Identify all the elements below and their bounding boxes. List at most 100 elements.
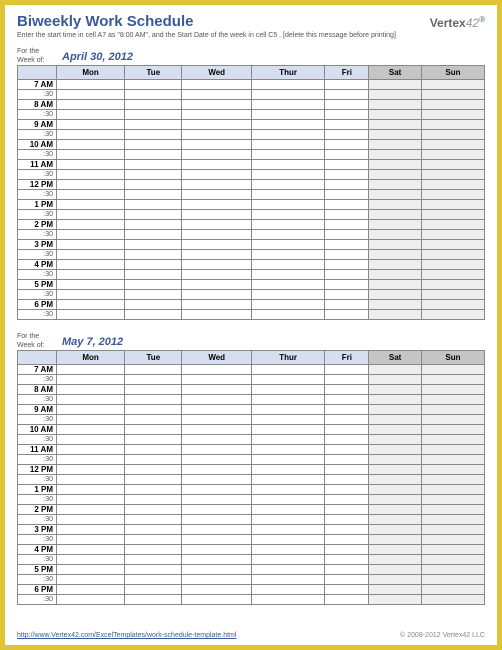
schedule-cell[interactable] [182,270,251,280]
schedule-cell[interactable] [182,575,251,585]
schedule-cell[interactable] [421,310,484,320]
schedule-cell[interactable] [125,210,182,220]
schedule-cell[interactable] [369,300,422,310]
schedule-cell[interactable] [182,240,251,250]
schedule-cell[interactable] [421,585,484,595]
schedule-cell[interactable] [369,270,422,280]
schedule-cell[interactable] [251,385,324,395]
schedule-cell[interactable] [57,300,125,310]
schedule-cell[interactable] [182,475,251,485]
schedule-cell[interactable] [369,545,422,555]
schedule-cell[interactable] [182,80,251,90]
schedule-cell[interactable] [325,90,369,100]
schedule-cell[interactable] [182,515,251,525]
schedule-cell[interactable] [251,240,324,250]
schedule-cell[interactable] [251,595,324,605]
schedule-cell[interactable] [125,80,182,90]
schedule-cell[interactable] [325,405,369,415]
schedule-cell[interactable] [369,140,422,150]
schedule-cell[interactable] [182,495,251,505]
schedule-cell[interactable] [325,485,369,495]
schedule-cell[interactable] [182,555,251,565]
schedule-cell[interactable] [125,405,182,415]
schedule-cell[interactable] [369,535,422,545]
schedule-cell[interactable] [251,220,324,230]
schedule-cell[interactable] [325,100,369,110]
schedule-cell[interactable] [57,385,125,395]
schedule-cell[interactable] [325,110,369,120]
schedule-cell[interactable] [57,270,125,280]
schedule-cell[interactable] [125,425,182,435]
schedule-cell[interactable] [369,260,422,270]
schedule-cell[interactable] [251,200,324,210]
schedule-cell[interactable] [125,120,182,130]
schedule-cell[interactable] [125,140,182,150]
schedule-cell[interactable] [57,290,125,300]
schedule-cell[interactable] [57,395,125,405]
schedule-cell[interactable] [251,465,324,475]
schedule-cell[interactable] [421,565,484,575]
template-link[interactable]: http://www.Vertex42.com/ExcelTemplates/w… [17,632,236,639]
schedule-cell[interactable] [369,200,422,210]
schedule-cell[interactable] [125,270,182,280]
schedule-cell[interactable] [125,445,182,455]
schedule-cell[interactable] [57,120,125,130]
schedule-cell[interactable] [421,140,484,150]
schedule-cell[interactable] [369,240,422,250]
schedule-cell[interactable] [57,100,125,110]
schedule-cell[interactable] [421,100,484,110]
schedule-cell[interactable] [57,495,125,505]
schedule-cell[interactable] [421,405,484,415]
schedule-cell[interactable] [421,515,484,525]
schedule-cell[interactable] [125,395,182,405]
schedule-cell[interactable] [57,475,125,485]
schedule-cell[interactable] [325,270,369,280]
schedule-cell[interactable] [325,80,369,90]
schedule-cell[interactable] [325,525,369,535]
schedule-cell[interactable] [325,575,369,585]
schedule-cell[interactable] [325,120,369,130]
schedule-cell[interactable] [325,250,369,260]
schedule-cell[interactable] [57,230,125,240]
schedule-cell[interactable] [325,160,369,170]
schedule-cell[interactable] [325,230,369,240]
schedule-cell[interactable] [251,485,324,495]
schedule-cell[interactable] [251,250,324,260]
schedule-cell[interactable] [251,455,324,465]
schedule-cell[interactable] [182,595,251,605]
schedule-cell[interactable] [57,595,125,605]
schedule-cell[interactable] [421,495,484,505]
schedule-cell[interactable] [325,535,369,545]
schedule-cell[interactable] [57,110,125,120]
schedule-cell[interactable] [125,565,182,575]
schedule-cell[interactable] [369,485,422,495]
schedule-cell[interactable] [182,120,251,130]
schedule-cell[interactable] [325,585,369,595]
schedule-cell[interactable] [57,585,125,595]
schedule-cell[interactable] [325,375,369,385]
schedule-cell[interactable] [125,180,182,190]
schedule-cell[interactable] [125,585,182,595]
schedule-cell[interactable] [182,310,251,320]
schedule-cell[interactable] [182,220,251,230]
schedule-cell[interactable] [125,535,182,545]
schedule-cell[interactable] [57,375,125,385]
schedule-cell[interactable] [369,290,422,300]
schedule-cell[interactable] [57,280,125,290]
schedule-cell[interactable] [251,290,324,300]
schedule-cell[interactable] [182,200,251,210]
schedule-cell[interactable] [325,260,369,270]
schedule-cell[interactable] [325,180,369,190]
schedule-cell[interactable] [182,395,251,405]
schedule-cell[interactable] [369,120,422,130]
schedule-cell[interactable] [57,170,125,180]
schedule-cell[interactable] [182,140,251,150]
schedule-cell[interactable] [421,90,484,100]
schedule-cell[interactable] [251,260,324,270]
schedule-cell[interactable] [182,365,251,375]
schedule-cell[interactable] [369,465,422,475]
schedule-cell[interactable] [325,385,369,395]
schedule-cell[interactable] [125,465,182,475]
schedule-cell[interactable] [421,455,484,465]
schedule-cell[interactable] [57,260,125,270]
